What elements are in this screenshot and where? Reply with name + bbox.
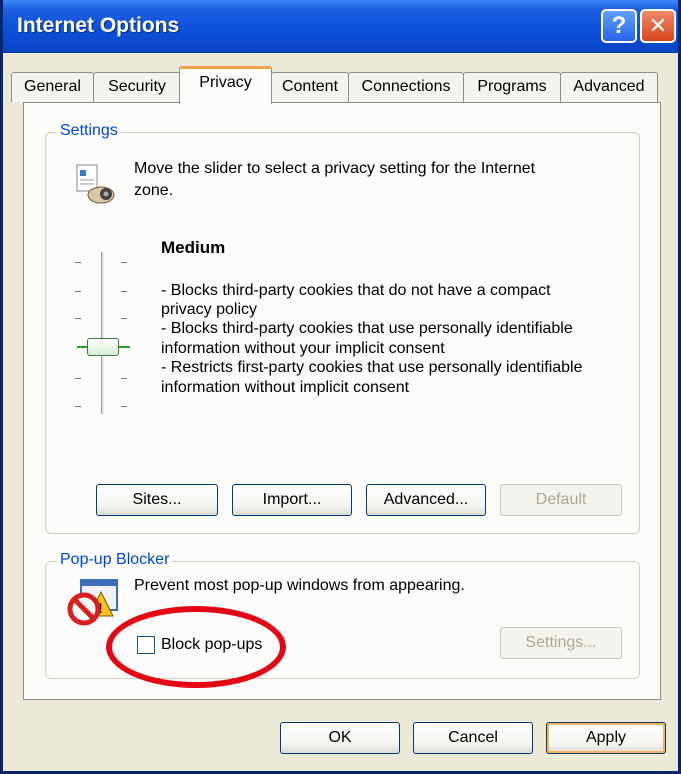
slider-thumb-arm (118, 346, 130, 348)
slider-instruction-line1: Move the slider to select a privacy sett… (134, 160, 536, 177)
apply-button[interactable]: Apply (546, 722, 666, 754)
title-bar[interactable]: Internet Options ? ✕ (3, 0, 678, 53)
privacy-level-title: Medium (161, 238, 226, 257)
tab-programs[interactable]: Programs (463, 72, 561, 102)
close-icon: ✕ (648, 13, 668, 38)
window-title: Internet Options (17, 14, 180, 37)
help-button[interactable]: ? (601, 9, 637, 43)
advanced-button[interactable]: Advanced... (366, 484, 486, 516)
slider-tick (121, 262, 127, 263)
privacy-desc-line: - Blocks third-party cookies that do not… (161, 282, 551, 299)
slider-instruction-line2: zone. (134, 182, 174, 199)
privacy-desc-line: information without implicit consent (161, 379, 410, 396)
popup-blocker-description: Prevent most pop-up windows from appeari… (134, 577, 465, 594)
tab-connections[interactable]: Connections (348, 72, 464, 102)
default-button[interactable]: Default (500, 484, 622, 516)
highlight-circle-annotation (106, 606, 286, 688)
internet-options-window: Internet Options ? ✕ General Security Pr… (0, 0, 681, 774)
privacy-desc-line: - Restricts first-party cookies that use… (161, 359, 583, 376)
tab-privacy[interactable]: Privacy (179, 66, 272, 104)
privacy-zone-icon (76, 164, 115, 204)
tab-label: Security (108, 78, 166, 95)
popup-blocker-group-label: Pop-up Blocker (57, 551, 173, 569)
tab-label: Content (281, 78, 339, 95)
popup-blocked-icon: ! (67, 579, 118, 626)
tab-label: Privacy (199, 74, 252, 91)
tab-label: Connections (361, 78, 451, 95)
cancel-button[interactable]: Cancel (413, 722, 533, 754)
privacy-slider-thumb[interactable] (87, 338, 119, 356)
sites-button[interactable]: Sites... (96, 484, 218, 516)
privacy-desc-line: information without your implicit consen… (161, 340, 445, 357)
slider-tick (75, 262, 81, 263)
tab-label: Advanced (573, 78, 645, 95)
slider-tick (121, 318, 127, 319)
help-icon: ? (611, 12, 627, 39)
tab-general[interactable]: General (11, 72, 94, 102)
privacy-desc-line: privacy policy (161, 301, 258, 318)
privacy-slider-track[interactable] (101, 252, 105, 414)
tab-label: Programs (477, 78, 547, 95)
tab-label: General (24, 78, 81, 95)
tab-content[interactable]: Content (271, 72, 349, 102)
privacy-desc-line: - Blocks third-party cookies that use pe… (161, 320, 573, 337)
tab-advanced[interactable]: Advanced (560, 72, 658, 102)
close-button[interactable]: ✕ (640, 9, 676, 43)
import-button[interactable]: Import... (232, 484, 352, 516)
slider-tick (75, 406, 81, 407)
slider-tick (75, 378, 81, 379)
slider-tick (121, 291, 127, 292)
slider-tick (121, 406, 127, 407)
slider-tick (75, 318, 81, 319)
popup-settings-button[interactable]: Settings... (500, 627, 622, 659)
settings-group-label: Settings (57, 122, 121, 140)
tab-security[interactable]: Security (93, 72, 181, 102)
slider-tick (121, 378, 127, 379)
slider-tick (75, 291, 81, 292)
ok-button[interactable]: OK (280, 722, 400, 754)
